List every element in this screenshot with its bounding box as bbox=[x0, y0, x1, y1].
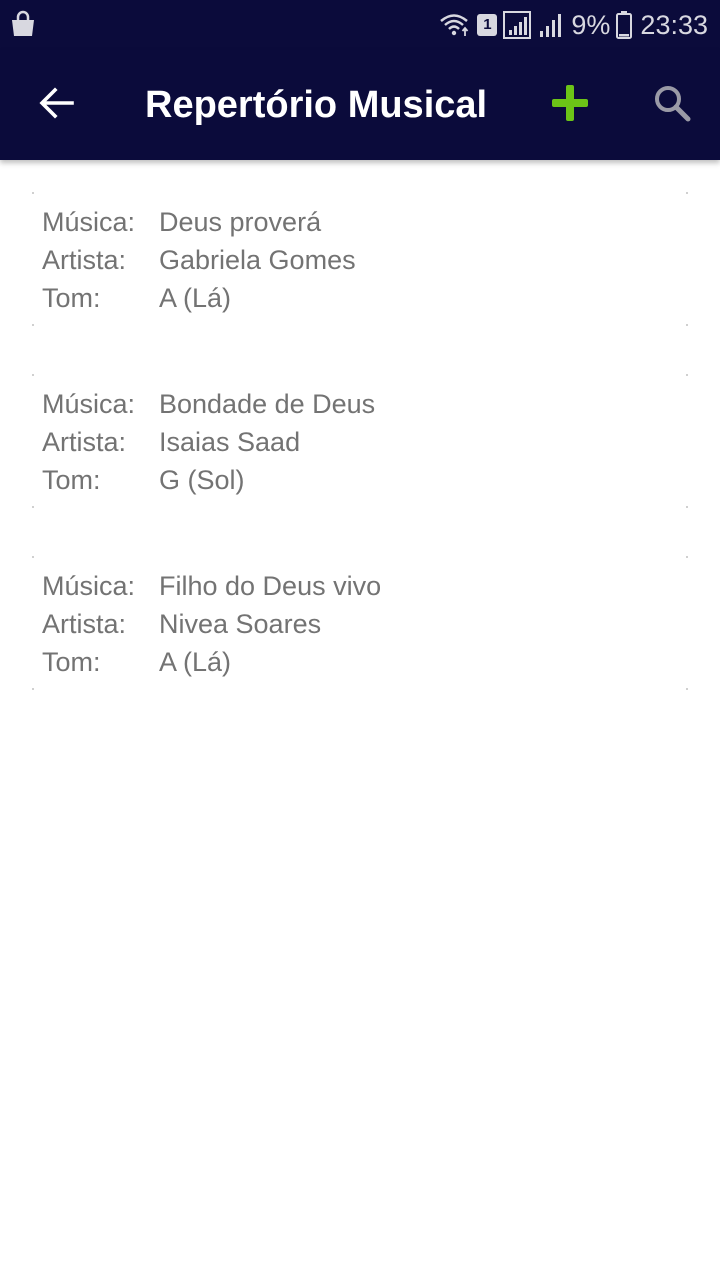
music-row: Música: Bondade de Deus bbox=[42, 385, 375, 423]
music-label: Música: bbox=[42, 571, 136, 601]
artist-label: Artista: bbox=[42, 427, 127, 457]
card-corner bbox=[686, 324, 688, 326]
artist-value: Nivea Soares bbox=[159, 609, 322, 639]
screen: 1 9% 23:33 Repertório Musical Música: De… bbox=[0, 0, 720, 1280]
plus-icon bbox=[551, 84, 589, 127]
music-value: Deus proverá bbox=[159, 207, 322, 237]
wifi-icon bbox=[439, 12, 471, 38]
add-song-button[interactable] bbox=[540, 75, 600, 135]
search-button[interactable] bbox=[642, 75, 702, 135]
page-title: Repertório Musical bbox=[145, 84, 488, 126]
signal-icon-2 bbox=[539, 12, 565, 38]
key-row: Tom: G (Sol) bbox=[42, 461, 245, 499]
song-list: Música: Deus proverá Artista: Gabriela Gom… bbox=[32, 192, 688, 738]
music-row: Música: Deus proverá bbox=[42, 203, 321, 241]
signal-icon bbox=[503, 11, 533, 39]
music-row: Música: Filho do Deus vivo bbox=[42, 567, 381, 605]
key-row: Tom: A (Lá) bbox=[42, 279, 231, 317]
battery-icon bbox=[616, 11, 633, 39]
status-icons: 1 9% 23:33 bbox=[439, 8, 708, 42]
music-label: Música: bbox=[42, 389, 136, 419]
artist-row: Artista: Isaias Saad bbox=[42, 423, 300, 461]
music-value: Bondade de Deus bbox=[159, 389, 376, 419]
key-value: A (Lá) bbox=[159, 647, 232, 677]
card-corner bbox=[32, 192, 34, 194]
card-corner bbox=[686, 506, 688, 508]
list-item[interactable]: Música: Bondade de Deus Artista: Isaias Sa… bbox=[32, 374, 688, 508]
card-corner bbox=[32, 556, 34, 558]
key-value: G (Sol) bbox=[159, 465, 245, 495]
battery-percent: 9% bbox=[571, 9, 611, 40]
arrow-left-icon bbox=[38, 86, 74, 124]
card-corner bbox=[686, 192, 688, 194]
shopping-bag-icon bbox=[10, 10, 36, 38]
card-corner bbox=[32, 324, 34, 326]
artist-label: Artista: bbox=[42, 609, 127, 639]
key-row: Tom: A (Lá) bbox=[42, 643, 231, 681]
list-item[interactable]: Música: Filho do Deus vivo Artista: Nivea … bbox=[32, 556, 688, 690]
artist-value: Gabriela Gomes bbox=[159, 245, 356, 275]
card-corner bbox=[686, 688, 688, 690]
card-corner bbox=[686, 374, 688, 376]
key-label: Tom: bbox=[42, 647, 101, 677]
music-value: Filho do Deus vivo bbox=[159, 571, 382, 601]
artist-label: Artista: bbox=[42, 245, 127, 275]
app-bar: Repertório Musical bbox=[0, 50, 720, 160]
card-corner bbox=[686, 556, 688, 558]
list-item[interactable]: Música: Deus proverá Artista: Gabriela Gom… bbox=[32, 192, 688, 326]
key-value: A (Lá) bbox=[159, 283, 232, 313]
card-corner bbox=[32, 374, 34, 376]
status-bar: 1 9% 23:33 bbox=[0, 0, 720, 50]
back-button[interactable] bbox=[26, 75, 86, 135]
key-label: Tom: bbox=[42, 465, 101, 495]
card-corner bbox=[32, 506, 34, 508]
status-time: 23:33 bbox=[640, 9, 708, 40]
card-corner bbox=[32, 688, 34, 690]
sim-1-badge: 1 bbox=[477, 14, 498, 36]
search-icon bbox=[653, 84, 691, 127]
artist-row: Artista: Gabriela Gomes bbox=[42, 241, 356, 279]
music-label: Música: bbox=[42, 207, 136, 237]
artist-row: Artista: Nivea Soares bbox=[42, 605, 321, 643]
key-label: Tom: bbox=[42, 283, 101, 313]
artist-value: Isaias Saad bbox=[159, 427, 301, 457]
